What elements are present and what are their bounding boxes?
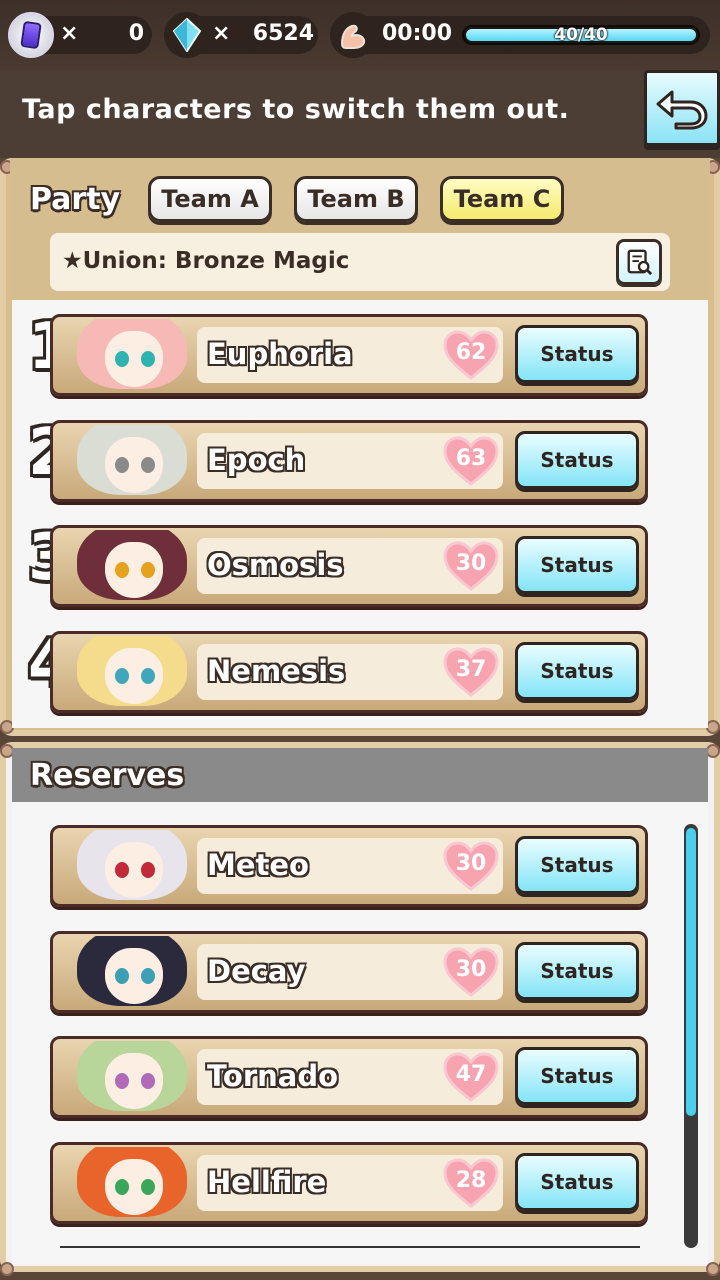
document-search-icon [627,249,653,276]
character-portrait[interactable] [57,1041,197,1113]
affection-value: 47 [455,1062,487,1087]
character-name: Nemesis [207,653,346,688]
character-row[interactable]: Epoch 63 Status [50,419,648,502]
tab-team-a[interactable]: Team A [148,176,272,222]
status-button[interactable]: Status [515,641,639,700]
character-name: Euphoria [207,337,353,371]
stamina-timer: 00:00 [382,21,453,46]
character-row[interactable]: Hellfire 28 Status [50,1141,648,1224]
union-info: ★Union: Bronze Magic [50,233,670,291]
affection-heart-icon: 30 [443,946,499,997]
list-divider [60,1246,640,1248]
party-title: Party [30,182,121,217]
name-plate: Euphoria 62 [197,327,503,383]
top-status-bar: × 0 × 6524 00:00 40/40 [0,0,720,70]
stamina-bar: 40/40 [462,25,700,45]
affection-heart-icon: 37 [443,646,499,697]
character-portrait[interactable] [57,530,197,602]
character-row[interactable]: Decay 30 Status [50,930,648,1013]
union-details-button[interactable] [616,239,662,285]
character-portrait[interactable] [57,935,197,1008]
character-row[interactable]: Tornado 47 Status [50,1036,648,1118]
status-button[interactable]: Status [515,1047,639,1105]
character-name: Meteo [207,848,309,882]
character-row[interactable]: Nemesis 37 Status [50,630,648,713]
ticket-times: × [60,21,79,46]
affection-heart-icon: 28 [443,1157,499,1208]
character-name: Hellfire [207,1164,327,1199]
name-plate: Decay 30 [197,943,503,1000]
affection-heart-icon: 47 [443,1052,499,1102]
back-button[interactable] [644,70,720,146]
character-portrait[interactable] [57,319,197,391]
character-name: Osmosis [207,548,344,582]
stamina-text: 40/40 [554,25,608,45]
status-button[interactable]: Status [515,941,639,1000]
affection-value: 63 [455,445,487,471]
reserves-scrollbar[interactable] [684,824,698,1248]
name-plate: Meteo 30 [197,838,503,894]
character-row[interactable]: Euphoria 62 Status [50,314,648,396]
name-plate: Osmosis 30 [197,538,503,594]
status-button[interactable]: Status [515,430,639,489]
character-row[interactable]: Osmosis 30 Status [50,525,648,607]
name-plate: Nemesis 37 [197,643,503,700]
gem-count: 6524 [252,21,314,46]
tab-team-b[interactable]: Team B [294,176,418,222]
status-button[interactable]: Status [515,836,639,894]
union-text: ★Union: Bronze Magic [62,248,350,274]
character-portrait[interactable] [57,830,197,902]
affection-heart-icon: 62 [443,330,499,380]
flexed-arm-icon [330,12,376,58]
character-portrait[interactable] [57,635,197,708]
gem-times: × [212,21,231,46]
scroll-thumb[interactable] [686,828,696,1116]
name-plate: Hellfire 28 [197,1154,503,1211]
instruction-text: Tap characters to switch them out. [22,94,570,125]
character-name: Decay [207,953,306,988]
affection-value: 30 [455,956,487,982]
status-button[interactable]: Status [515,1152,639,1211]
status-button[interactable]: Status [515,536,639,594]
character-name: Tornado [207,1059,339,1093]
crystal-icon [164,12,210,58]
affection-heart-icon: 30 [443,541,499,591]
gem-counter: × 6524 [164,12,318,58]
status-button[interactable]: Status [515,325,639,383]
name-plate: Epoch 63 [197,432,503,489]
ticket-icon [8,12,54,58]
affection-value: 28 [455,1167,487,1193]
character-portrait[interactable] [57,1146,197,1219]
affection-value: 30 [455,851,487,876]
character-name: Epoch [207,442,306,477]
ticket-counter: × 0 [8,12,152,58]
ticket-count: 0 [128,21,144,46]
character-portrait[interactable] [57,424,197,497]
affection-heart-icon: 63 [443,435,499,486]
reserves-title: Reserves [30,758,185,793]
character-row[interactable]: Meteo 30 Status [50,825,648,907]
affection-heart-icon: 30 [443,841,499,891]
return-arrow-icon [656,90,708,130]
instruction-banner: Tap characters to switch them out. [0,70,720,158]
affection-value: 37 [455,656,487,682]
affection-value: 62 [455,340,487,365]
name-plate: Tornado 47 [197,1049,503,1105]
affection-value: 30 [455,551,487,576]
tab-team-c[interactable]: Team C [440,176,564,222]
